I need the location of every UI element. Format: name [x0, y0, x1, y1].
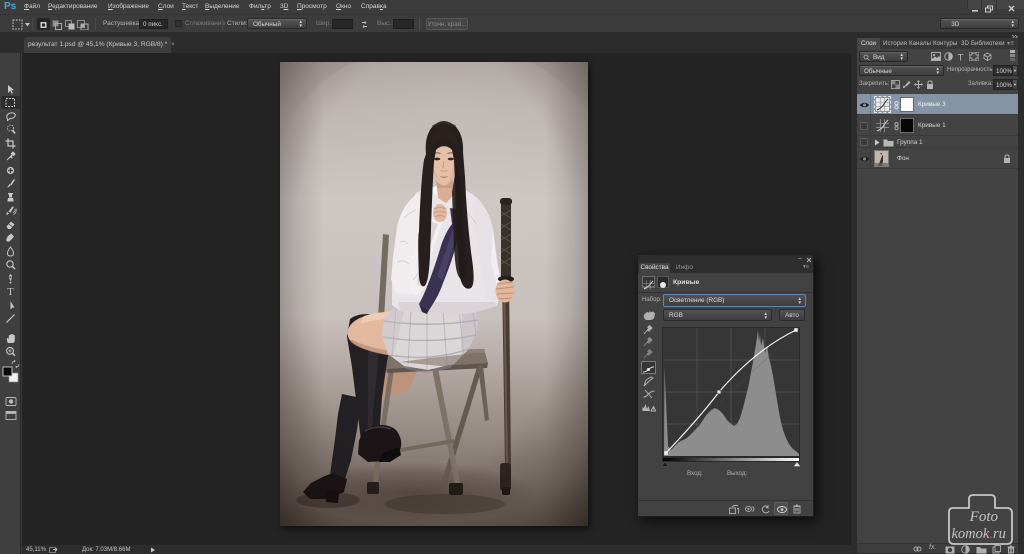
svg-text:T: T — [7, 287, 14, 297]
svg-text:T: T — [958, 52, 964, 62]
svg-text:komok.ru: komok.ru — [952, 526, 1006, 542]
svg-text:Foto: Foto — [969, 509, 999, 525]
